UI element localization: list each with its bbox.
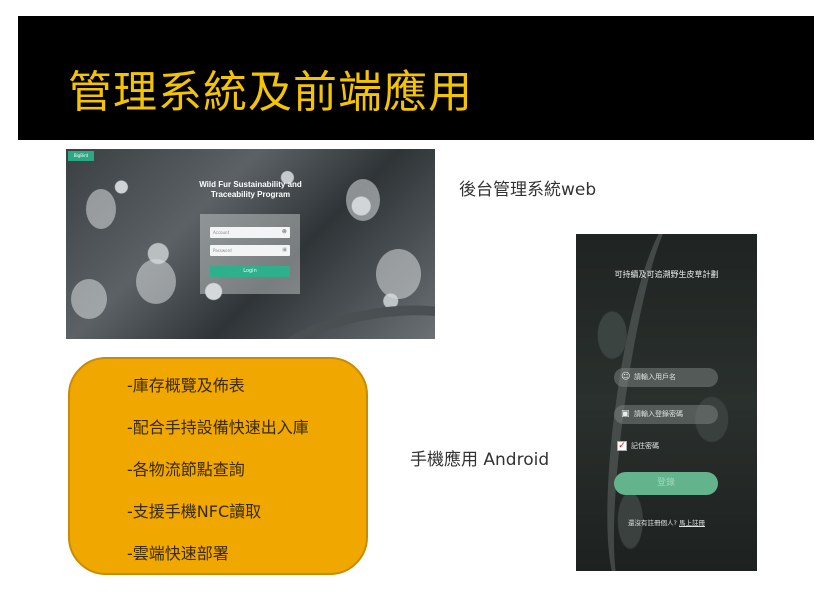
feature-item: -支援手機NFC讀取 <box>127 502 262 521</box>
web-heading-line1: Wild Fur Sustainability and <box>199 180 302 189</box>
user-icon: ☺ <box>621 372 631 382</box>
lock-icon: ▣ <box>621 409 630 419</box>
snow-tree <box>136 259 176 304</box>
mobile-username-placeholder: 請輸入用戶名 <box>634 373 676 381</box>
web-password-placeholder: Password <box>213 248 232 253</box>
snow-tree <box>376 249 421 299</box>
caption-web: 後台管理系統web <box>459 180 597 200</box>
feature-item: -配合手持設備快速出入庫 <box>127 418 309 437</box>
mobile-password-placeholder: 請輸入登錄密碼 <box>634 410 683 418</box>
register-link[interactable]: 馬上註冊 <box>679 519 705 527</box>
snow-tree <box>71 279 107 319</box>
web-admin-screenshot: BigBird Wild Fur Sustainability and Trac… <box>66 149 435 339</box>
mobile-app-screenshot: 可持續及可追溯野生皮草計劃 ☺ 請輸入用戶名 ▣ 請輸入登錄密碼 ✓ 記住密碼 登… <box>576 234 757 571</box>
web-login-button[interactable]: Login <box>210 266 290 277</box>
remember-password[interactable]: ✓ 記住密碼 <box>617 441 659 451</box>
register-prompt: 還沒有註冊個人? 馬上註冊 <box>576 517 757 527</box>
web-password-input[interactable]: Password ▣ <box>210 245 290 256</box>
feature-item: -各物流節點查詢 <box>127 460 245 479</box>
checkbox-checked-icon[interactable]: ✓ <box>617 441 627 451</box>
slide-title: 管理系統及前端應用 <box>68 67 473 118</box>
mobile-login-button[interactable]: 登錄 <box>614 472 718 495</box>
mobile-title: 可持續及可追溯野生皮草計劃 <box>614 270 719 279</box>
web-logo[interactable]: BigBird <box>68 151 94 161</box>
web-heading-line2: Traceability Program <box>210 190 291 199</box>
remember-label: 記住密碼 <box>631 442 659 450</box>
user-icon: ☻ <box>281 229 287 235</box>
title-bar: 管理系統及前端應用 <box>18 16 814 140</box>
feature-box: -庫存概覽及佈表 -配合手持設備快速出入庫 -各物流節點查詢 -支援手機NFC讀… <box>68 357 368 575</box>
feature-item: -庫存概覽及佈表 <box>127 376 245 395</box>
web-account-input[interactable]: Account ☻ <box>210 227 290 238</box>
mobile-username-input[interactable]: ☺ 請輸入用戶名 <box>614 368 718 387</box>
mobile-password-input[interactable]: ▣ 請輸入登錄密碼 <box>614 405 718 424</box>
caption-android: 手機應用 Android <box>410 450 550 470</box>
feature-item: -雲端快速部署 <box>127 544 229 563</box>
web-heading: Wild Fur Sustainability and Traceability… <box>66 180 435 200</box>
web-login-panel: Account ☻ Password ▣ Login <box>200 214 300 294</box>
lock-icon: ▣ <box>282 247 287 253</box>
register-prompt-text: 還沒有註冊個人? <box>627 519 677 527</box>
web-account-placeholder: Account <box>213 230 230 235</box>
